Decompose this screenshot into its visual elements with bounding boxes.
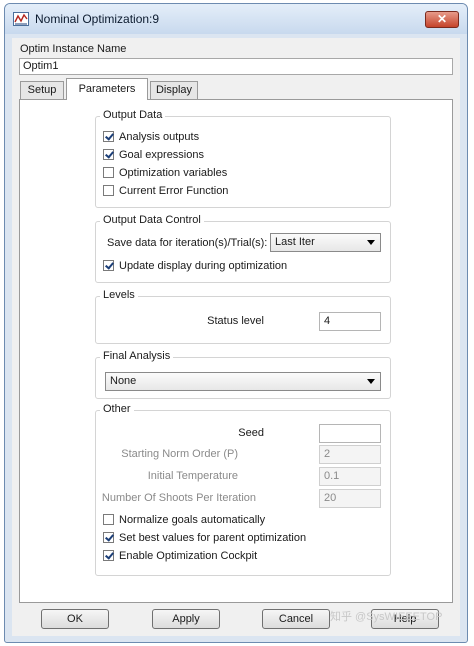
analysis-outputs-checkbox[interactable]: Analysis outputs [103, 129, 199, 145]
goal-expressions-checkbox[interactable]: Goal expressions [103, 147, 204, 163]
checkbox-box[interactable] [103, 167, 114, 178]
chevron-down-icon [367, 379, 375, 384]
initial-temperature-field[interactable]: 0.1 [319, 467, 381, 486]
checkbox-label: Optimization variables [119, 167, 228, 179]
checkbox-box[interactable] [103, 532, 114, 543]
final-analysis-select[interactable]: None [105, 372, 381, 391]
other-title: Other [100, 403, 134, 415]
checkbox-label: Normalize goals automatically [119, 514, 266, 526]
save-data-value: Last Iter [275, 236, 315, 248]
dialog-window: Nominal Optimization:9 ✕ Optim Instance … [4, 3, 468, 643]
save-data-label: Save data for iteration(s)/Trial(s): [107, 237, 268, 249]
ok-button[interactable]: OK [41, 609, 109, 629]
window-title: Nominal Optimization:9 [35, 12, 160, 26]
dialog-body: Optim Instance Name Optim1 Setup Paramet… [12, 38, 460, 636]
checkbox-box[interactable] [103, 185, 114, 196]
instance-name-label: Optim Instance Name [20, 43, 127, 55]
checkbox-label: Analysis outputs [119, 131, 200, 143]
output-data-title: Output Data [100, 109, 166, 121]
checkbox-box[interactable] [103, 550, 114, 561]
update-display-checkbox[interactable]: Update display during optimization [103, 258, 287, 274]
output-data-group: Output Data Analysis outputs Goal expres… [95, 109, 391, 208]
title-bar[interactable]: Nominal Optimization:9 ✕ [5, 4, 467, 34]
checkbox-label: Set best values for parent optimization [119, 532, 307, 544]
tab-setup[interactable]: Setup [20, 81, 64, 99]
checkbox-box[interactable] [103, 149, 114, 160]
other-group: Other Seed Starting Norm Order (P) 2 Ini… [95, 403, 391, 576]
cancel-button[interactable]: Cancel [262, 609, 330, 629]
levels-title: Levels [100, 289, 138, 301]
tab-display[interactable]: Display [150, 81, 198, 99]
optim-app-icon [13, 12, 29, 26]
seed-label: Seed [238, 427, 264, 439]
parameters-panel: Output Data Analysis outputs Goal expres… [19, 99, 453, 603]
set-best-values-checkbox[interactable]: Set best values for parent optimization [103, 530, 306, 546]
watermark-text: 知乎 @SysWIEEETOP [330, 611, 443, 623]
chevron-down-icon [367, 240, 375, 245]
normalize-goals-checkbox[interactable]: Normalize goals automatically [103, 512, 265, 528]
checkbox-box[interactable] [103, 514, 114, 525]
tab-parameters[interactable]: Parameters [66, 78, 148, 100]
output-control-title: Output Data Control [100, 214, 204, 226]
seed-field[interactable] [319, 424, 381, 443]
status-level-field[interactable]: 4 [319, 312, 381, 331]
close-icon[interactable]: ✕ [425, 11, 459, 28]
initial-temperature-label: Initial Temperature [147, 470, 238, 482]
shoots-per-iteration-field[interactable]: 20 [319, 489, 381, 508]
final-analysis-title: Final Analysis [100, 350, 174, 362]
final-analysis-value: None [110, 375, 137, 387]
levels-group: Levels Status level 4 [95, 289, 391, 344]
shoots-per-iteration-label: Number Of Shoots Per Iteration [101, 492, 256, 504]
instance-name-field[interactable]: Optim1 [19, 58, 453, 75]
output-control-group: Output Data Control Save data for iterat… [95, 214, 391, 283]
current-error-function-checkbox[interactable]: Current Error Function [103, 183, 228, 199]
save-data-select[interactable]: Last Iter [270, 233, 381, 252]
checkbox-label: Current Error Function [119, 185, 229, 197]
checkbox-box[interactable] [103, 260, 114, 271]
final-analysis-group: Final Analysis None [95, 350, 391, 399]
enable-cockpit-checkbox[interactable]: Enable Optimization Cockpit [103, 548, 257, 564]
checkbox-box[interactable] [103, 131, 114, 142]
norm-order-field[interactable]: 2 [319, 445, 381, 464]
checkbox-label: Goal expressions [119, 149, 204, 161]
checkbox-label: Update display during optimization [119, 260, 288, 272]
optimization-variables-checkbox[interactable]: Optimization variables [103, 165, 227, 181]
apply-button[interactable]: Apply [152, 609, 220, 629]
norm-order-label: Starting Norm Order (P) [121, 448, 238, 460]
checkbox-label: Enable Optimization Cockpit [119, 550, 258, 562]
status-level-label: Status level [207, 315, 264, 327]
